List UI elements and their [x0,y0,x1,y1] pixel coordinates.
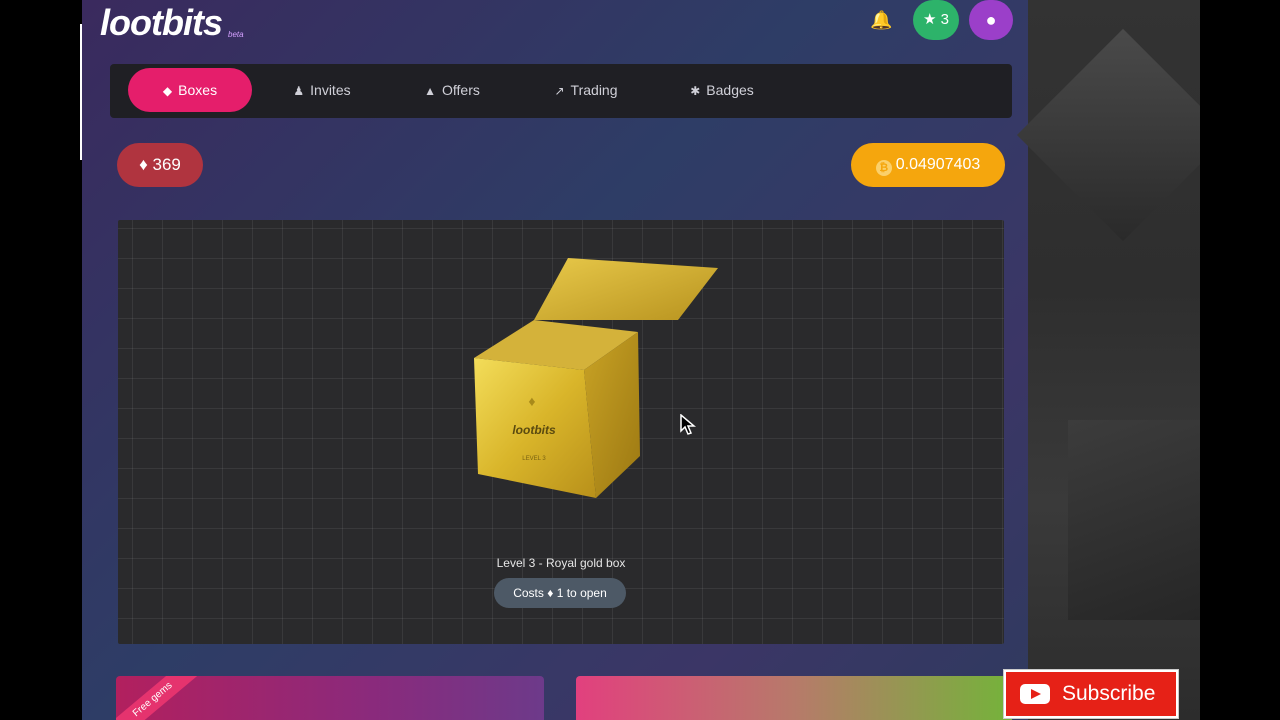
decor-shape [1016,28,1200,242]
youtube-play-icon [1020,684,1050,704]
lootbits-page: lootbits beta 🔔 ★ 3 ● ◆ Boxes ♟ Invites ▲ O… [82,0,1200,720]
nav-item-offers[interactable]: ▲ Offers [400,68,504,112]
promo-card[interactable] [576,676,1012,720]
stars-count: 3 [940,11,949,28]
users-icon: ♟ [293,84,305,98]
bitcoin-icon: ₿ [875,160,892,176]
free-gems-ribbon: Free gems [116,676,202,720]
nav-item-invites[interactable]: ♟ Invites [270,68,374,112]
video-letterbox-left [0,0,82,720]
box-face-level: LEVEL 3 [522,456,546,462]
mouse-cursor-icon [680,413,697,441]
gems-balance[interactable]: ♦ 369 [117,143,203,187]
cost-prefix: Costs [513,586,544,600]
open-box-button[interactable]: Costs ♦ 1 to open [494,578,626,608]
user-icon[interactable]: ● [969,0,1013,40]
nav-label: Trading [570,82,618,98]
gold-box-image[interactable]: ♦ lootbits LEVEL 3 [118,220,1004,550]
box-lid [534,258,718,320]
badge-icon: ✱ [690,84,701,98]
chart-icon: ↗ [554,84,565,98]
box-stage: ♦ lootbits LEVEL 3 Level 3 - Royal gold … [118,220,1004,644]
nav-label: Invites [310,82,351,98]
gems-count: 369 [152,155,181,174]
subscribe-label: Subscribe [1062,682,1156,705]
nav-item-boxes[interactable]: ◆ Boxes [128,68,252,112]
box-gem-icon: ♦ [528,393,535,409]
main-nav: ◆ Boxes ♟ Invites ▲ Offers ↗ Trading ✱ Badges [110,64,1012,118]
gem-icon: ♦ [139,155,148,174]
nav-item-trading[interactable]: ↗ Trading [530,68,642,112]
nav-item-badges[interactable]: ✱ Badges [666,68,778,112]
brand-logo[interactable]: lootbits [100,2,223,44]
nav-label: Boxes [178,82,218,98]
fire-icon: ▲ [424,84,436,98]
btc-balance[interactable]: ₿ 0.04907403 [851,143,1005,187]
promo-card-free-gems[interactable]: Free gems [116,676,544,720]
box-icon: ◆ [162,84,173,98]
cost-value: 1 to open [556,586,607,600]
star-icon: ★ [923,11,937,28]
decor-shape [1068,420,1200,620]
nav-label: Offers [442,82,480,98]
nav-label: Badges [706,82,754,98]
background-decoration [1016,0,1200,720]
bell-icon[interactable]: 🔔 [870,10,892,30]
gem-icon: ♦ [547,586,554,600]
youtube-subscribe-button[interactable]: Subscribe [1003,669,1179,719]
stars-button[interactable]: ★ 3 [913,0,959,40]
video-letterbox-right [1200,0,1280,720]
btc-amount: 0.04907403 [895,156,981,173]
box-face-logo: lootbits [512,423,556,437]
beta-badge: beta [228,30,244,39]
box-title: Level 3 - Royal gold box [496,556,626,570]
